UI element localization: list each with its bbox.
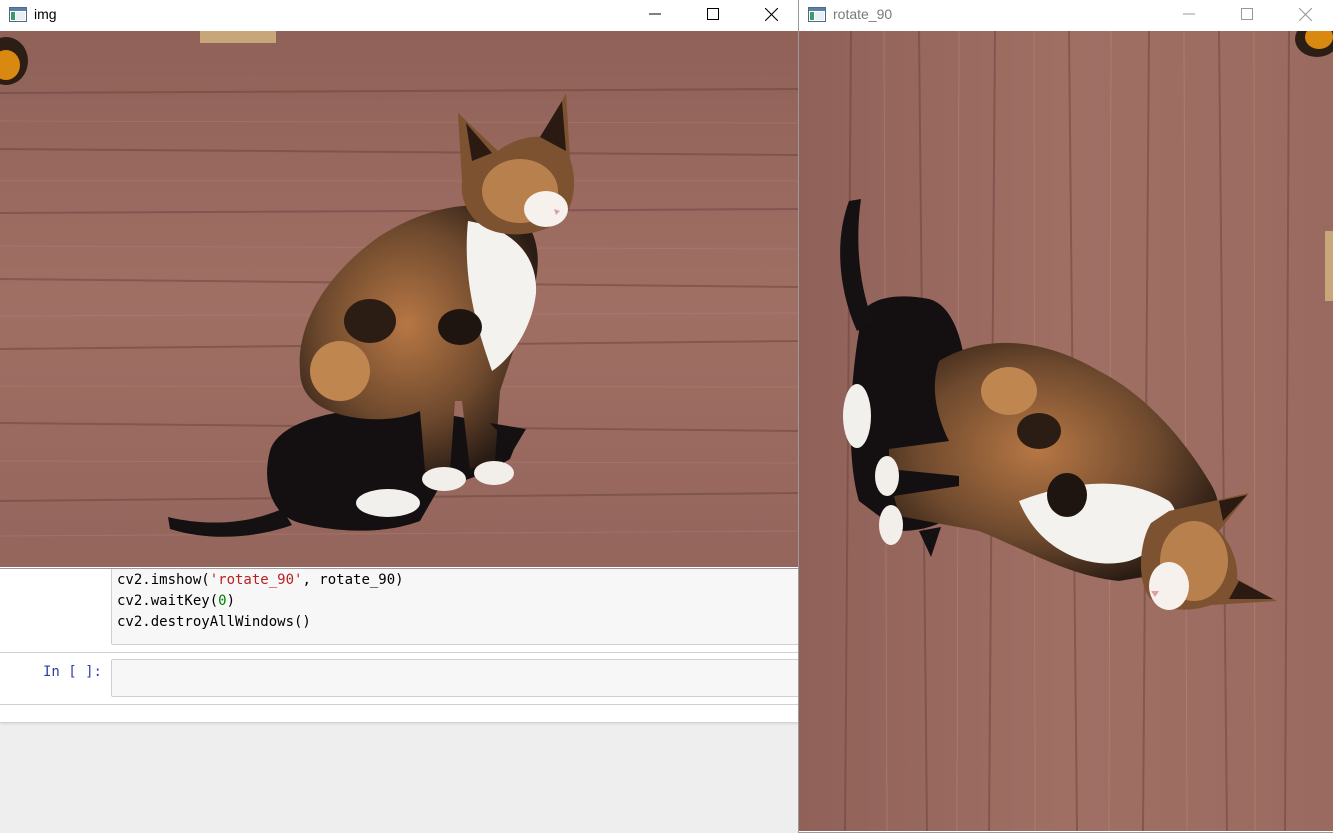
cats-photo [0,31,800,567]
maximize-button[interactable] [684,0,742,30]
cell-divider [0,704,800,705]
code-string-token: 'rotate_90' [209,572,303,588]
code-line-imshow: cv2.imshow('rotate_90', rotate_90) [117,570,799,591]
code-token: cv2.destroyAllWindows() [117,614,311,630]
code-line-waitkey: cv2.waitKey(0) [117,591,799,612]
window-title: rotate_90 [833,6,893,22]
code-token: cv2.waitKey( [117,593,219,609]
window-titlebar[interactable]: rotate_90 [799,0,1333,30]
input-prompt: In [ ]: [42,664,102,680]
code-token: , rotate_90) [302,572,404,588]
cell-divider [0,652,800,653]
close-button[interactable] [742,0,800,30]
cats-photo-rotated [799,31,1333,832]
image-canvas [0,31,800,568]
close-icon [1298,7,1312,21]
minimize-button[interactable] [626,0,684,30]
maximize-icon [1241,8,1253,20]
code-token: cv2.imshow( [117,572,210,588]
opencv-window-icon [9,6,27,22]
close-button[interactable] [1276,0,1333,30]
code-token: ) [226,593,236,609]
window-title: img [34,6,57,22]
window-rotate-90[interactable]: rotate_90 [798,0,1333,833]
image-canvas [799,31,1333,832]
minimize-button[interactable] [1160,0,1218,30]
minimize-icon [1183,13,1195,15]
code-line-destroy: cv2.destroyAllWindows() [117,612,799,633]
minimize-icon [649,13,661,15]
code-cell-new[interactable] [111,659,800,697]
window-titlebar[interactable]: img [0,0,800,30]
window-img[interactable]: img [0,0,801,569]
code-number-token: 0 [218,593,227,609]
maximize-button[interactable] [1218,0,1276,30]
maximize-icon [707,8,719,20]
close-icon [764,7,778,21]
opencv-window-icon [808,6,826,22]
